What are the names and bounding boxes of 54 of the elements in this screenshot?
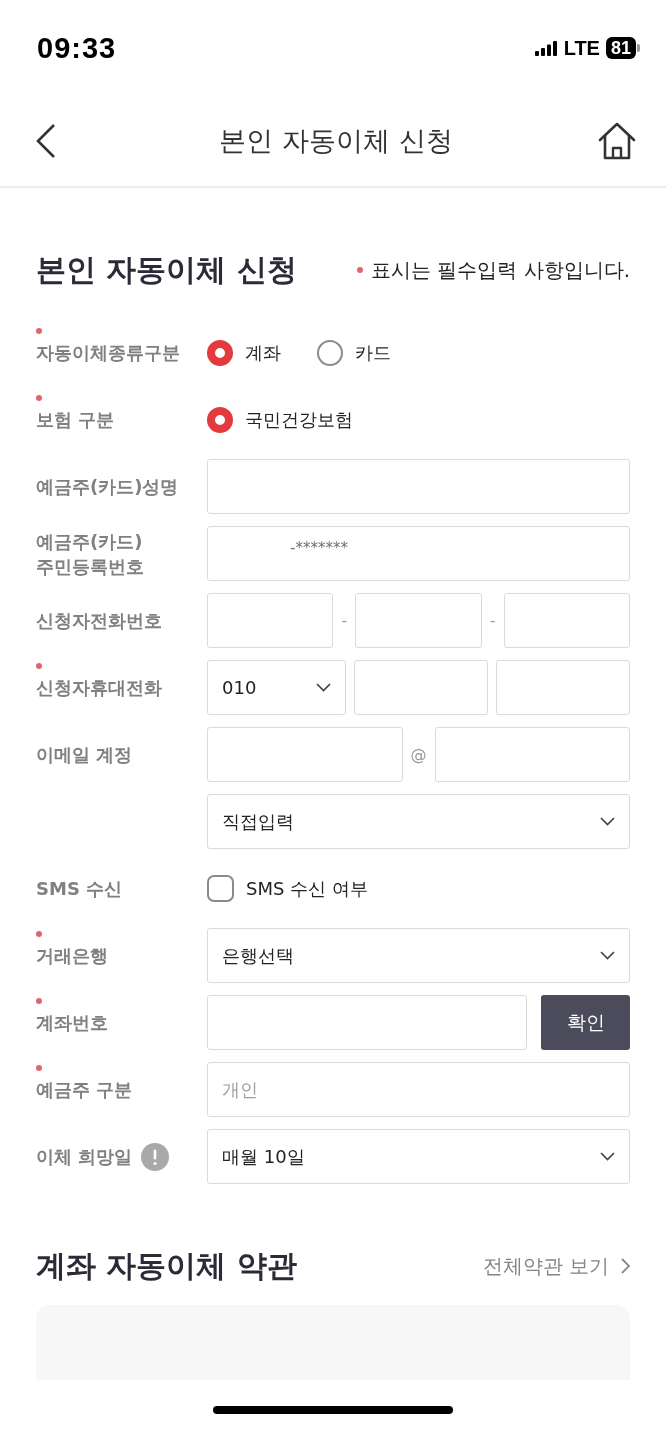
network-type: LTE (563, 36, 600, 60)
status-time: 09:33 (37, 31, 117, 65)
field-label: 예금주(카드)성명 (36, 475, 179, 499)
input-field[interactable] (207, 727, 403, 782)
input-field[interactable]: -******* (207, 526, 630, 581)
chevron-down-icon (600, 817, 615, 826)
signal-icon (534, 40, 558, 56)
radio-option[interactable]: 국민건강보험 (207, 406, 353, 433)
chevron-down-icon (600, 1152, 615, 1161)
required-dot-icon (356, 267, 363, 273)
field-label: 신청자전화번호 (36, 609, 162, 633)
field-separator: - (489, 611, 496, 630)
field-label: 거래은행 (36, 944, 108, 968)
field-label: 계좌번호 (36, 1011, 108, 1035)
radio-option[interactable]: 카드 (317, 339, 391, 366)
section-title: 본인 자동이체 신청 (36, 250, 297, 289)
chevron-down-icon (600, 951, 615, 960)
page-title: 본인 자동이체 신청 (218, 124, 454, 158)
view-all-terms-link[interactable]: 전체약관 보기 (482, 1252, 630, 1280)
battery-percentage: 81 (605, 37, 636, 59)
confirm-button[interactable]: 확인 (541, 995, 630, 1050)
chevron-down-icon (316, 683, 332, 692)
select-field[interactable]: 은행선택 (207, 928, 630, 983)
input-field[interactable] (434, 727, 630, 782)
field-label: 신청자휴대전화 (36, 676, 162, 700)
field-label: 이메일 계정 (36, 743, 133, 767)
field-label: 자동이체종류구분 (36, 341, 180, 365)
chevron-right-icon (621, 1258, 630, 1274)
field-label: 예금주 구분 (36, 1078, 133, 1102)
field-label: SMS 수신 (36, 877, 123, 901)
radio-option[interactable]: 계좌 (207, 339, 281, 366)
input-field[interactable] (207, 593, 334, 648)
select-field[interactable]: 직접입력 (207, 794, 630, 849)
input-field[interactable] (496, 660, 630, 715)
section-title: 계좌 자동이체 약관 (36, 1246, 297, 1285)
info-icon[interactable] (141, 1142, 170, 1171)
field-separator: - (341, 611, 348, 630)
input-field[interactable]: 개인 (207, 1062, 630, 1117)
field-separator: @ (410, 745, 427, 764)
input-field[interactable] (354, 660, 489, 715)
checkbox-option[interactable]: SMS 수신 여부 (207, 875, 630, 902)
select-field[interactable]: 매월 10일 (207, 1129, 630, 1184)
home-icon[interactable] (598, 122, 636, 160)
input-field[interactable] (207, 995, 527, 1050)
field-label: 예금주(카드) 주민등록번호 (36, 529, 145, 579)
masked-value: -******* (290, 538, 348, 557)
select-field[interactable]: 010 (207, 660, 347, 715)
required-note: 표시는 필수입력 사항입니다. (370, 256, 630, 284)
input-field[interactable] (503, 593, 630, 648)
field-label: 보험 구분 (36, 408, 115, 432)
field-label: 이체 희망일 (36, 1145, 133, 1169)
input-field[interactable] (355, 593, 482, 648)
back-icon[interactable] (36, 123, 56, 159)
input-field[interactable] (207, 459, 630, 514)
